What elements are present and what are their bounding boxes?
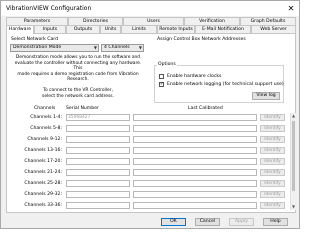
- identify-button[interactable]: Identify: [260, 191, 285, 198]
- channel-list-scrollbar[interactable]: ▲ ▼: [290, 113, 296, 210]
- configuration-window: VibrationVIEW Configuration ✕ Parameters…: [0, 0, 300, 229]
- identify-button[interactable]: Identify: [260, 158, 285, 165]
- serial-number-field[interactable]: [66, 136, 130, 143]
- serial-number-field[interactable]: [66, 191, 130, 198]
- close-icon[interactable]: ✕: [286, 4, 296, 13]
- tab-limits[interactable]: Limits: [121, 25, 157, 33]
- identify-button[interactable]: Identify: [260, 202, 285, 209]
- serial-number-field[interactable]: [66, 158, 130, 165]
- last-calibrated-field: [133, 180, 257, 187]
- scrollbar-thumb[interactable]: [292, 121, 295, 191]
- enable-network-logging-label: Enable network logging (for technical su…: [167, 82, 284, 87]
- apply-button[interactable]: Apply: [229, 218, 254, 226]
- tab-verification[interactable]: Verification: [184, 17, 240, 25]
- help-button[interactable]: Help: [263, 218, 288, 226]
- tab-parameters[interactable]: Parameters: [6, 17, 68, 25]
- last-calibrated-field: [133, 202, 257, 209]
- identify-button[interactable]: Identify: [260, 136, 285, 143]
- tab-users[interactable]: Users: [123, 17, 184, 25]
- tab-graph-defaults[interactable]: Graph Defaults: [240, 17, 296, 25]
- demo-text-line: select the network card address.: [42, 93, 114, 99]
- view-log-button[interactable]: View log: [252, 92, 280, 100]
- last-calibrated-field: [133, 136, 257, 143]
- last-calibrated-field: [133, 158, 257, 165]
- channel-range-label: Channels 9-12:: [27, 137, 62, 142]
- demo-text-line: evaluate the controller without connecti…: [14, 60, 142, 72]
- channel-range-label: Channels 25-28:: [24, 181, 62, 186]
- cancel-button[interactable]: Cancel: [195, 218, 220, 226]
- channel-range-label: Channels 33-36:: [24, 203, 62, 208]
- tab-outputs[interactable]: Outputs: [66, 25, 100, 33]
- select-network-card-label: Select Network Card: [11, 37, 59, 42]
- channel-range-label: Channels 5-8:: [30, 126, 62, 131]
- channels-value: 4 Channels: [104, 45, 130, 50]
- identify-button[interactable]: Identify: [260, 147, 285, 154]
- last-calibrated-field: [133, 169, 257, 176]
- channel-range-label: Channels 1-4:: [30, 115, 62, 120]
- tab-units[interactable]: Units: [100, 25, 121, 33]
- last-calibrated-field: [133, 191, 257, 198]
- enable-hardware-clocks-checkbox[interactable]: [159, 74, 164, 79]
- table-row: Channels 33-36: Identify: [6, 201, 289, 210]
- table-row: Channels 25-28: Identify: [6, 179, 289, 189]
- serial-number-field[interactable]: [66, 125, 130, 132]
- enable-network-logging-checkbox[interactable]: ✓: [159, 82, 164, 87]
- identify-button[interactable]: Identify: [260, 114, 285, 121]
- options-title: Options: [157, 62, 177, 67]
- serial-number-field[interactable]: [66, 202, 130, 209]
- channel-range-label: Channels 29-32:: [24, 192, 62, 197]
- channel-list: Channels 1-4: 35068427 Identify Channels…: [6, 113, 289, 210]
- identify-button[interactable]: Identify: [260, 169, 285, 176]
- serial-number-field[interactable]: 35068427: [66, 114, 130, 121]
- table-row: Channels 21-24: Identify: [6, 168, 289, 178]
- channel-range-label: Channels 21-24:: [24, 170, 62, 175]
- tab-web-server[interactable]: Web Server: [251, 25, 296, 33]
- window-title: VibrationVIEW Configuration: [6, 5, 92, 12]
- last-calibrated-field: [133, 147, 257, 154]
- last-calibrated-column-header: Last Calibrated: [188, 106, 223, 111]
- tab-inputs[interactable]: Inputs: [34, 25, 66, 33]
- table-row: Channels 13-16: Identify: [6, 146, 289, 156]
- channel-range-label: Channels 13-16:: [24, 148, 62, 153]
- tab-directories[interactable]: Directories: [68, 17, 123, 25]
- tab-remote-inputs[interactable]: Remote Inputs: [157, 25, 195, 33]
- tab-hardware[interactable]: Hardware: [6, 25, 34, 34]
- last-calibrated-field: [133, 125, 257, 132]
- table-row: Channels 5-8: Identify: [6, 124, 289, 134]
- title-bar: VibrationVIEW Configuration ✕: [1, 1, 299, 16]
- identify-button[interactable]: Identify: [260, 125, 285, 132]
- demo-text-line: Demonstration mode allows you to run the…: [15, 55, 141, 60]
- table-row: Channels 29-32: Identify: [6, 190, 289, 200]
- tab-email-notification[interactable]: E-Mail Notification: [195, 25, 251, 33]
- channels-dropdown[interactable]: 4 Channels ▼: [101, 44, 144, 52]
- scroll-down-icon[interactable]: ▼: [291, 204, 296, 210]
- chevron-down-icon: ▼: [138, 45, 142, 50]
- channel-range-label: Channels 17-20:: [24, 159, 62, 164]
- table-row: Channels 9-12: Identify: [6, 135, 289, 145]
- serial-number-column-header: Serial Number: [66, 106, 99, 111]
- serial-number-field[interactable]: [66, 147, 130, 154]
- identify-button[interactable]: Identify: [260, 180, 285, 187]
- last-calibrated-field: [133, 114, 257, 121]
- demo-mode-description: Demonstration mode allows you to run the…: [11, 55, 145, 99]
- chevron-down-icon: ▼: [93, 45, 97, 50]
- serial-number-field[interactable]: [66, 169, 130, 176]
- enable-hardware-clocks-label: Enable hardware clocks: [167, 74, 222, 79]
- scroll-up-icon[interactable]: ▲: [291, 113, 296, 119]
- network-card-dropdown[interactable]: Demonstration Mode ▼: [10, 44, 99, 52]
- serial-number-field[interactable]: [66, 180, 130, 187]
- ok-button[interactable]: OK: [161, 218, 186, 226]
- network-card-value: Demonstration Mode: [13, 45, 62, 50]
- table-row: Channels 17-20: Identify: [6, 157, 289, 167]
- table-row: Channels 1-4: 35068427 Identify: [6, 113, 289, 123]
- channels-column-header: Channels: [34, 106, 56, 111]
- assign-addresses-label: Assign Control Box Network Addresses: [157, 37, 246, 42]
